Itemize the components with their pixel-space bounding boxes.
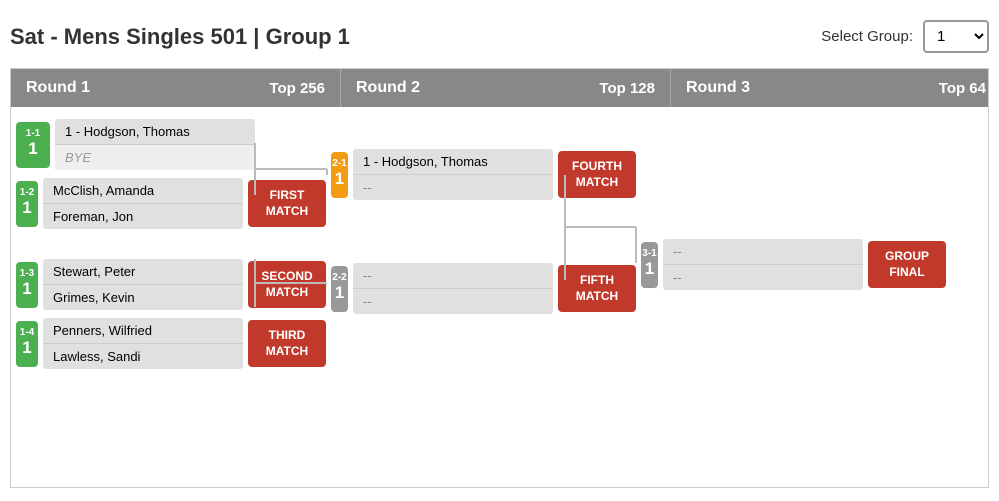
match-row: 1-21McClish, AmandaForeman, JonFIRSTMATC…	[16, 178, 326, 229]
bracket-container: Round 1 Top 256 Round 2 Top 128 Round 3 …	[10, 68, 989, 488]
r1-group2: 1-31Stewart, PeterGrimes, KevinSECONDMAT…	[16, 259, 326, 377]
player-row: --	[353, 175, 553, 200]
action-button[interactable]: THIRDMATCH	[248, 320, 326, 367]
players-box: 1 - Hodgson, Thomas--	[353, 149, 553, 200]
match-row: 2-21 ----FIFTHMATCH	[331, 263, 636, 314]
round2-header: Round 2 Top 128	[341, 69, 671, 107]
players-box: ----	[353, 263, 553, 314]
action-button[interactable]: FIFTHMATCH	[558, 265, 636, 312]
round1-header: Round 1 Top 256	[11, 69, 341, 107]
player-row: Grimes, Kevin	[43, 285, 243, 310]
player-row: Penners, Wilfried	[43, 318, 243, 344]
player-row: McClish, Amanda	[43, 178, 243, 204]
seed-badge: 2-11	[331, 152, 348, 198]
seed-badge: 1-31	[16, 262, 38, 308]
player-row: 1 - Hodgson, Thomas	[353, 149, 553, 175]
action-button[interactable]: FIRSTMATCH	[248, 180, 326, 227]
match-row: 1-41Penners, WilfriedLawless, SandiTHIRD…	[16, 318, 326, 369]
round3-label: Round 3	[686, 79, 750, 97]
round2-column: 2-111 - Hodgson, Thomas--FOURTHMATCH2-21…	[326, 119, 636, 475]
match-row: 3-11 ----GROUPFINAL	[641, 239, 946, 290]
select-group-wrapper: Select Group: 1234	[821, 20, 989, 53]
players-box: Penners, WilfriedLawless, Sandi	[43, 318, 243, 369]
player-row: --	[663, 265, 863, 290]
seed-badge: 1-11	[16, 122, 50, 168]
players-box: Stewart, PeterGrimes, Kevin	[43, 259, 243, 310]
match-row: 2-11 1 - Hodgson, Thomas--FOURTHMATCH	[331, 149, 636, 200]
round2-top: Top 128	[599, 80, 655, 97]
round1-top: Top 256	[269, 80, 325, 97]
action-button[interactable]: SECONDMATCH	[248, 261, 326, 308]
rounds-header: Round 1 Top 256 Round 2 Top 128 Round 3 …	[11, 69, 988, 107]
select-label: Select Group:	[821, 28, 913, 45]
page-wrapper: Sat - Mens Singles 501 | Group 1 Select …	[10, 10, 989, 488]
players-box: 1 - Hodgson, ThomasBYE	[55, 119, 255, 170]
player-row: Foreman, Jon	[43, 204, 243, 229]
player-row: Stewart, Peter	[43, 259, 243, 285]
page-header: Sat - Mens Singles 501 | Group 1 Select …	[10, 10, 989, 68]
action-button[interactable]: FOURTHMATCH	[558, 151, 636, 198]
page-title: Sat - Mens Singles 501 | Group 1	[10, 24, 350, 50]
player-row: BYE	[55, 145, 255, 170]
player-row: --	[353, 289, 553, 314]
round2-label: Round 2	[356, 79, 420, 97]
round3-header: Round 3 Top 64	[671, 69, 989, 107]
players-box: ----	[663, 239, 863, 290]
action-button[interactable]: GROUPFINAL	[868, 241, 946, 288]
match-row: 1-111 - Hodgson, ThomasBYE	[16, 119, 326, 170]
seed-badge: 3-11	[641, 242, 658, 288]
seed-badge: 1-41	[16, 321, 38, 367]
seed-badge: 2-21	[331, 266, 348, 312]
player-row: --	[663, 239, 863, 265]
round3-column: 3-11 ----GROUPFINAL	[636, 119, 946, 475]
bracket-body: 1-111 - Hodgson, ThomasBYE1-21McClish, A…	[11, 107, 988, 487]
player-row: --	[353, 263, 553, 289]
player-row: 1 - Hodgson, Thomas	[55, 119, 255, 145]
seed-badge: 1-21	[16, 181, 38, 227]
match-row: 1-31Stewart, PeterGrimes, KevinSECONDMAT…	[16, 259, 326, 310]
round1-label: Round 1	[26, 79, 90, 97]
group-select[interactable]: 1234	[923, 20, 989, 53]
round1-column: 1-111 - Hodgson, ThomasBYE 1-21McClish, A…	[16, 119, 326, 475]
r1-group1: 1-111 - Hodgson, ThomasBYE 1-21McClish, A…	[16, 119, 326, 237]
players-box: McClish, AmandaForeman, Jon	[43, 178, 243, 229]
player-row: Lawless, Sandi	[43, 344, 243, 369]
round3-top: Top 64	[939, 80, 986, 97]
